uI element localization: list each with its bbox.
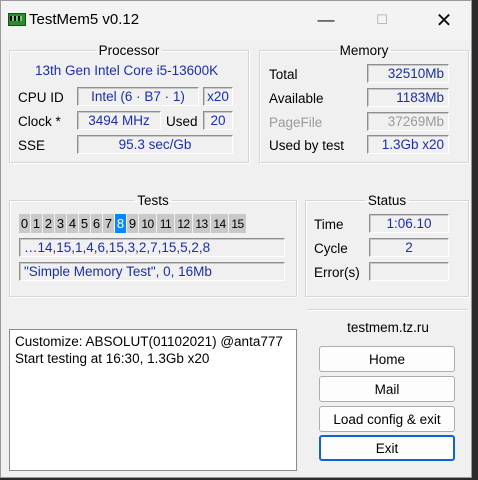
used-value: 20	[203, 111, 233, 130]
tests-legend: Tests	[137, 193, 169, 208]
test-number: 0	[19, 214, 30, 233]
test-number: 5	[79, 214, 90, 233]
test-number: 9	[127, 214, 138, 233]
test-numbers: 0 1 2 3 4 5 6 7 8 9 10 11 12 13 14 15	[19, 214, 247, 233]
time-label: Time	[314, 217, 344, 232]
test-number: 13	[193, 214, 210, 233]
time-value: 1:06.10	[369, 214, 449, 233]
site-link[interactable]: testmem.tz.ru	[307, 320, 469, 335]
cycle-value: 2	[369, 238, 449, 257]
cycle-label: Cycle	[314, 241, 348, 256]
log-line: Customize: ABSOLUT(01102021) @anta777	[15, 334, 283, 349]
test-number: 3	[55, 214, 66, 233]
clock-label: Clock *	[18, 114, 61, 129]
sse-value: 95.3 sec/Gb	[77, 135, 233, 154]
used-by-test-value: 1.3Gb x20	[367, 135, 449, 154]
pagefile-label: PageFile	[269, 115, 323, 130]
status-legend: Status	[367, 193, 407, 208]
maximize-button[interactable]: ☐	[359, 1, 405, 39]
test-sequence: …14,15,1,4,6,15,3,2,7,15,5,2,8	[19, 238, 285, 257]
test-number: 2	[43, 214, 54, 233]
memory-legend: Memory	[339, 43, 389, 58]
test-number: 12	[175, 214, 192, 233]
total-label: Total	[269, 67, 298, 82]
mail-button[interactable]: Mail	[319, 376, 455, 402]
cpu-name: 13th Gen Intel Core i5-13600K	[35, 63, 219, 78]
test-number: 7	[103, 214, 114, 233]
test-number: 4	[67, 214, 78, 233]
exit-button[interactable]: Exit	[319, 435, 455, 461]
used-by-test-label: Used by test	[269, 138, 345, 153]
available-value: 1183Mb	[367, 88, 449, 107]
clock-value: 3494 MHz	[77, 111, 161, 130]
test-number: 10	[139, 214, 156, 233]
cpuid-value: Intel (6 · B7 · 1)	[77, 87, 199, 106]
available-label: Available	[269, 91, 324, 106]
total-value: 32510Mb	[367, 64, 449, 83]
window-title: TestMem5 v0.12	[29, 11, 140, 28]
test-number: 8	[115, 214, 126, 233]
current-test: "Simple Memory Test", 0, 16Mb	[19, 262, 285, 281]
errors-label: Error(s)	[314, 265, 360, 280]
test-number: 15	[229, 214, 246, 233]
log-panel[interactable]: Customize: ABSOLUT(01102021) @anta777 St…	[9, 329, 297, 471]
pagefile-value: 37269Mb	[367, 112, 449, 131]
testmem-window: TestMem5 v0.12 — ☐ ✕ Processor 13th Gen …	[0, 0, 472, 478]
divider	[307, 309, 467, 310]
test-number: 1	[31, 214, 42, 233]
load-config-exit-button[interactable]: Load config & exit	[319, 406, 455, 432]
close-button[interactable]: ✕	[421, 1, 467, 39]
test-number: 11	[157, 214, 174, 233]
sse-label: SSE	[18, 138, 46, 153]
home-button[interactable]: Home	[319, 346, 455, 372]
log-line: Start testing at 16:30, 1.3Gb x20	[15, 351, 210, 366]
test-number: 6	[91, 214, 102, 233]
cpuid-label: CPU ID	[18, 90, 64, 105]
minimize-button[interactable]: —	[303, 1, 349, 39]
memory-chip-icon	[8, 13, 26, 26]
cpuid-threads: x20	[203, 87, 233, 106]
test-number: 14	[211, 214, 228, 233]
errors-value	[369, 262, 449, 281]
used-label: Used	[166, 114, 198, 129]
title-bar[interactable]: TestMem5 v0.12 — ☐ ✕	[1, 1, 471, 39]
processor-legend: Processor	[98, 43, 160, 58]
